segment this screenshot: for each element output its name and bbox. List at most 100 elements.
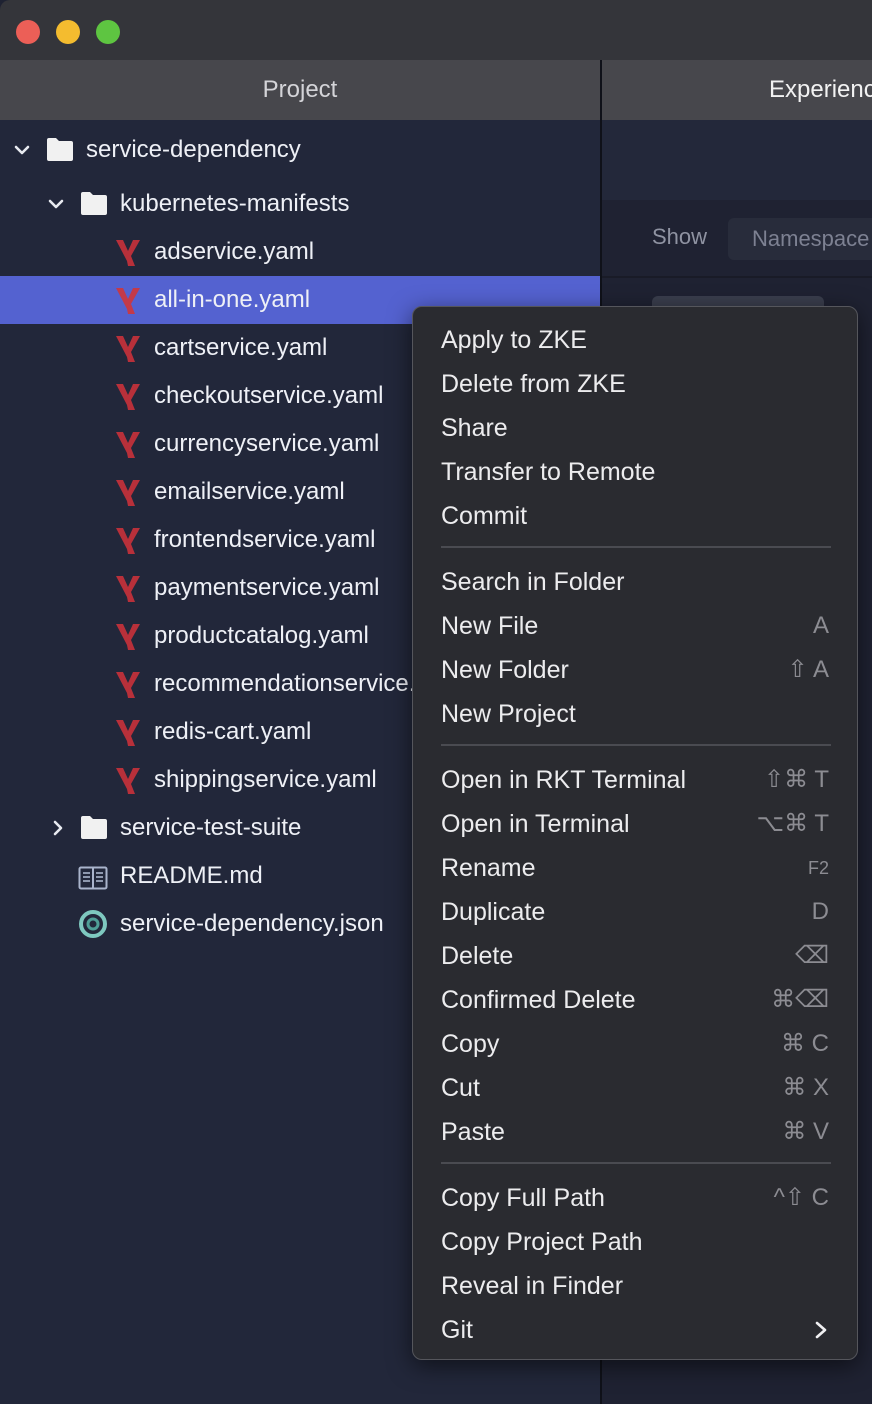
menu-item-label: Duplicate — [441, 898, 546, 926]
menu-item-shortcut: ⌘ X — [782, 1074, 829, 1101]
menu-item-label: New Folder — [441, 656, 569, 684]
folder-icon — [81, 816, 107, 839]
menu-item-label: Paste — [441, 1118, 505, 1146]
chevron-right-icon[interactable] — [48, 818, 68, 838]
yaml-file-icon — [116, 768, 140, 794]
menu-item-rename[interactable]: Rename F2 — [413, 846, 859, 890]
tree-item-label: cartservice.yaml — [154, 334, 328, 361]
tree-item-label: emailservice.yaml — [154, 478, 345, 505]
show-label: Show — [652, 224, 708, 249]
menu-item-shortcut: ⌫ — [795, 942, 829, 969]
menu-item-new-folder[interactable]: New Folder ⇧ A — [413, 648, 859, 692]
close-window-button[interactable] — [16, 20, 40, 44]
menu-item-shortcut: D — [811, 898, 829, 925]
menu-item-label: Open in Terminal — [441, 810, 630, 838]
menu-item-label: Commit — [441, 502, 528, 530]
json-file-icon — [79, 910, 107, 938]
tree-item-label: redis-cart.yaml — [154, 718, 312, 745]
menu-item-label: Reveal in Finder — [441, 1272, 624, 1300]
yaml-file-icon — [116, 288, 140, 314]
menu-item-reveal-in-finder[interactable]: Reveal in Finder — [413, 1264, 859, 1308]
tree-item-label: service-test-suite — [120, 814, 302, 841]
menu-item-new-project[interactable]: New Project — [413, 692, 859, 736]
menu-item-copy-full-path[interactable]: Copy Full Path ^⇧ C — [413, 1176, 859, 1220]
yaml-file-icon — [116, 384, 140, 410]
menu-item-label: Delete from ZKE — [441, 370, 626, 398]
experiences-header — [602, 120, 872, 200]
yaml-file-icon — [116, 576, 140, 602]
menu-item-label: Copy Project Path — [441, 1228, 643, 1256]
menu-item-new-file[interactable]: New File A — [413, 604, 859, 648]
menu-item-delete-from-zke[interactable]: Delete from ZKE — [413, 362, 859, 406]
menu-item-label: Search in Folder — [441, 568, 625, 596]
chevron-down-icon[interactable] — [46, 194, 66, 214]
title-bar — [0, 0, 872, 60]
tab-project[interactable]: Project — [0, 60, 600, 120]
menu-item-paste[interactable]: Paste ⌘ V — [413, 1110, 859, 1154]
tree-item-label: frontendservice.yaml — [154, 526, 376, 553]
menu-separator — [441, 1162, 831, 1164]
namespace-select[interactable]: Namespace — [728, 218, 872, 260]
menu-item-label: Rename — [441, 854, 536, 882]
tree-item-file[interactable]: adservice.yaml — [0, 228, 600, 276]
menu-item-shortcut: ⌘ V — [782, 1118, 829, 1145]
tree-item-label: productcatalog.yaml — [154, 622, 369, 649]
tree-item-label: README.md — [120, 862, 263, 889]
tree-item-label: shippingservice.yaml — [154, 766, 377, 793]
menu-item-label: Git — [441, 1316, 473, 1344]
menu-item-label: Share — [441, 414, 508, 442]
tree-item-label: paymentservice.yaml — [154, 574, 380, 601]
menu-item-label: Copy — [441, 1030, 500, 1058]
menu-item-label: Confirmed Delete — [441, 986, 636, 1014]
yaml-file-icon — [116, 672, 140, 698]
menu-item-open-in-rkt-terminal[interactable]: Open in RKT Terminal ⇧⌘ T — [413, 758, 859, 802]
menu-item-open-in-terminal[interactable]: Open in Terminal ⌥⌘ T — [413, 802, 859, 846]
menu-item-label: Delete — [441, 942, 514, 970]
yaml-file-icon — [116, 480, 140, 506]
menu-item-label: Transfer to Remote — [441, 458, 656, 486]
menu-item-label: Cut — [441, 1074, 480, 1102]
menu-separator — [441, 546, 831, 548]
menu-item-copy[interactable]: Copy ⌘ C — [413, 1022, 859, 1066]
yaml-file-icon — [116, 336, 140, 362]
menu-item-label: Open in RKT Terminal — [441, 766, 687, 794]
menu-item-git[interactable]: Git — [413, 1308, 859, 1352]
folder-icon — [81, 192, 107, 215]
menu-item-label: New File — [441, 612, 539, 640]
tree-item-label: service-dependency — [86, 136, 301, 163]
menu-item-shortcut: ⇧⌘ T — [763, 766, 829, 793]
menu-item-shortcut: ^⇧ C — [773, 1184, 829, 1211]
menu-item-shortcut: ⌘⌫ — [771, 986, 829, 1013]
tree-item-label: service-dependency.json — [120, 910, 384, 937]
menu-item-delete[interactable]: Delete ⌫ — [413, 934, 859, 978]
menu-item-cut[interactable]: Cut ⌘ X — [413, 1066, 859, 1110]
menu-item-confirmed-delete[interactable]: Confirmed Delete ⌘⌫ — [413, 978, 859, 1022]
yaml-file-icon — [116, 624, 140, 650]
yaml-file-icon — [116, 720, 140, 746]
zoom-window-button[interactable] — [96, 20, 120, 44]
chevron-down-icon[interactable] — [12, 140, 32, 160]
tree-item-label: checkoutservice.yaml — [154, 382, 384, 409]
menu-separator — [441, 744, 831, 746]
menu-item-copy-project-path[interactable]: Copy Project Path — [413, 1220, 859, 1264]
menu-item-shortcut: ⌥⌘ T — [756, 810, 829, 837]
menu-item-apply-to-zke[interactable]: Apply to ZKE — [413, 318, 859, 362]
menu-item-shortcut: A — [812, 612, 829, 639]
minimize-window-button[interactable] — [56, 20, 80, 44]
yaml-file-icon — [116, 240, 140, 266]
menu-item-label: Apply to ZKE — [441, 326, 587, 354]
menu-item-label: New Project — [441, 700, 576, 728]
menu-item-transfer-to-remote[interactable]: Transfer to Remote — [413, 450, 859, 494]
menu-item-label: Copy Full Path — [441, 1184, 605, 1212]
tree-item-label: adservice.yaml — [154, 238, 315, 265]
menu-item-duplicate[interactable]: Duplicate D — [413, 890, 859, 934]
tab-experiences[interactable]: Experiences — [602, 60, 872, 120]
menu-item-share[interactable]: Share — [413, 406, 859, 450]
tree-item-kubernetes-manifests[interactable]: kubernetes-manifests — [0, 180, 600, 228]
menu-item-search-in-folder[interactable]: Search in Folder — [413, 560, 859, 604]
tree-item-root-folder[interactable]: service-dependency — [0, 126, 600, 174]
menu-item-commit[interactable]: Commit — [413, 494, 859, 538]
yaml-file-icon — [116, 432, 140, 458]
tree-item-label: all-in-one.yaml — [154, 286, 311, 313]
yaml-file-icon — [116, 528, 140, 554]
